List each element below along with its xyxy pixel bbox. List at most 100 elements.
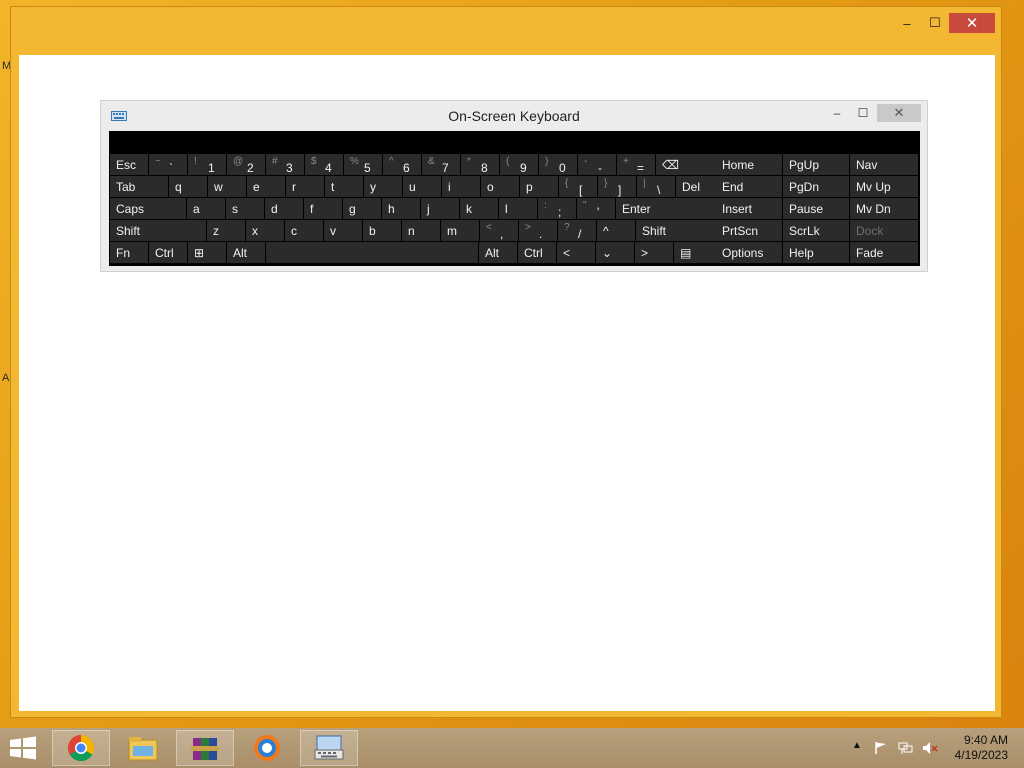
key-end[interactable]: End [716,176,782,197]
key-4[interactable]: $4 [305,154,343,175]
action-center-flag-icon[interactable] [874,741,888,755]
key-alt[interactable]: Alt [479,242,517,263]
key-⌫[interactable]: ⌫ [656,154,716,175]
key-nav[interactable]: Nav [850,154,918,175]
key-mv-up[interactable]: Mv Up [850,176,918,197]
key-/[interactable]: ? / [558,220,596,241]
key-c[interactable]: c [285,220,323,241]
key-u[interactable]: u [403,176,441,197]
key-⌄[interactable]: ⌄ [596,242,634,263]
osk-close-button[interactable]: ✕ [877,104,921,122]
key-alt[interactable]: Alt [227,242,265,263]
key-enter[interactable]: Enter [616,198,726,219]
key-r[interactable]: r [286,176,324,197]
taskbar-osk-button[interactable] [300,730,358,766]
key-▤[interactable]: ▤ [674,242,720,263]
key-fade[interactable]: Fade [850,242,918,263]
key-t[interactable]: t [325,176,363,197]
taskbar-clock[interactable]: 9:40 AM 4/19/2023 [955,733,1008,763]
key-p[interactable]: p [520,176,558,197]
key--[interactable]: -- [578,154,616,175]
key-l[interactable]: l [499,198,537,219]
key-7[interactable]: & 7 [422,154,460,175]
tray-show-hidden-icon[interactable]: ▲ [852,740,862,751]
key-`[interactable]: ~ ` [149,154,187,175]
key-pause[interactable]: Pause [783,198,849,219]
key-=[interactable]: + = [617,154,655,175]
key-home[interactable]: Home [716,154,782,175]
key-options[interactable]: Options [716,242,782,263]
key-d[interactable]: d [265,198,303,219]
key-z[interactable]: z [207,220,245,241]
key-][interactable]: }] [598,176,636,197]
key-fn[interactable]: Fn [110,242,148,263]
key-1[interactable]: ! 1 [188,154,226,175]
volume-muted-icon[interactable] [922,741,938,755]
key-m[interactable]: m [441,220,479,241]
windows-start-icon[interactable] [8,736,38,760]
key-k[interactable]: k [460,198,498,219]
key-insert[interactable]: Insert [716,198,782,219]
key-mv-dn[interactable]: Mv Dn [850,198,918,219]
key-,[interactable]: <, [480,220,518,241]
key-s[interactable]: s [226,198,264,219]
key-w[interactable]: w [208,176,246,197]
key-g[interactable]: g [343,198,381,219]
key-i[interactable]: i [442,176,480,197]
key-8[interactable]: * 8 [461,154,499,175]
key-2[interactable]: @2 [227,154,265,175]
key-space[interactable] [266,242,478,263]
osk-minimize-button[interactable]: – [829,104,845,122]
key-9[interactable]: (9 [500,154,538,175]
key-0[interactable]: ) 0 [539,154,577,175]
key-h[interactable]: h [382,198,420,219]
key-^[interactable]: ^ [597,220,635,241]
key-ctrl[interactable]: Ctrl [149,242,187,263]
key-ctrl[interactable]: Ctrl [518,242,556,263]
key-5[interactable]: % 5 [344,154,382,175]
key-j[interactable]: j [421,198,459,219]
key-label: Mv Up [856,180,891,194]
key-3[interactable]: #3 [266,154,304,175]
key-[[interactable]: {[ [559,176,597,197]
key-<[interactable]: < [557,242,595,263]
key-main-label: 9 [520,161,527,175]
key-\[interactable]: | \ [637,176,675,197]
outer-maximize-button[interactable]: ☐ [921,13,949,33]
key-'[interactable]: " ' [577,198,615,219]
key-pgup[interactable]: PgUp [783,154,849,175]
key-f[interactable]: f [304,198,342,219]
key-help[interactable]: Help [783,242,849,263]
taskbar-chrome-button[interactable] [52,730,110,766]
taskbar-browser-button[interactable] [238,730,296,766]
outer-minimize-button[interactable]: – [893,13,921,33]
key-.[interactable]: >. [519,220,557,241]
outer-close-button[interactable]: ✕ [949,13,995,33]
osk-titlebar[interactable]: On-Screen Keyboard – ☐ ✕ [101,101,927,131]
key-a[interactable]: a [187,198,225,219]
key-;[interactable]: :; [538,198,576,219]
key-e[interactable]: e [247,176,285,197]
key-esc[interactable]: Esc [110,154,148,175]
key-o[interactable]: o [481,176,519,197]
taskbar-winrar-button[interactable] [176,730,234,766]
key-n[interactable]: n [402,220,440,241]
taskbar-file-explorer-button[interactable] [114,730,172,766]
osk-maximize-button[interactable]: ☐ [855,104,871,122]
key-⊞[interactable]: ⊞ [188,242,226,263]
key-shift[interactable]: Shift [110,220,206,241]
key-prtscn[interactable]: PrtScn [716,220,782,241]
key-q[interactable]: q [169,176,207,197]
key-shift[interactable]: Shift [636,220,722,241]
key-caps[interactable]: Caps [110,198,186,219]
key-tab[interactable]: Tab [110,176,168,197]
key-6[interactable]: ^ 6 [383,154,421,175]
key-scrlk[interactable]: ScrLk [783,220,849,241]
network-icon[interactable] [898,741,914,755]
key-x[interactable]: x [246,220,284,241]
key-b[interactable]: b [363,220,401,241]
key->[interactable]: > [635,242,673,263]
key-v[interactable]: v [324,220,362,241]
key-pgdn[interactable]: PgDn [783,176,849,197]
key-y[interactable]: y [364,176,402,197]
